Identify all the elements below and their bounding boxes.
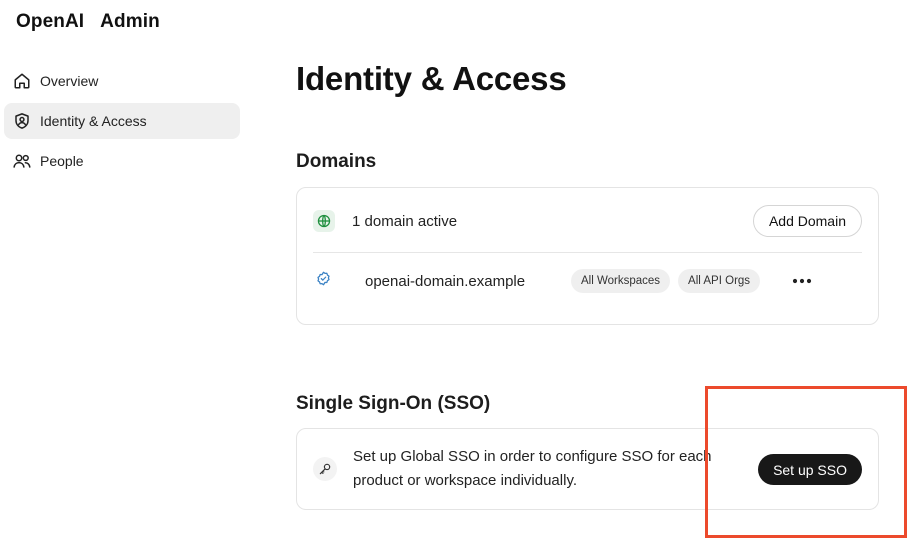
- user-shield-icon: [12, 111, 32, 131]
- app-header: OpenAI Admin: [16, 11, 160, 33]
- api-orgs-tag: All API Orgs: [678, 269, 761, 293]
- domains-summary: 1 domain active Add Domain: [313, 202, 862, 240]
- add-domain-button[interactable]: Add Domain: [752, 205, 862, 237]
- setup-sso-button[interactable]: Set up SSO: [758, 454, 862, 485]
- sso-section-title: Single Sign-On (SSO): [296, 393, 491, 414]
- sidebar-item-label: People: [40, 153, 84, 169]
- page-title: Identity & Access: [296, 60, 567, 97]
- more-horizontal-icon[interactable]: [790, 269, 814, 293]
- sidebar-item-identity-access[interactable]: Identity & Access: [4, 103, 240, 139]
- people-icon: [12, 151, 32, 171]
- product-name: Admin: [100, 11, 160, 32]
- sidebar-item-people[interactable]: People: [4, 143, 240, 179]
- sidebar-item-overview[interactable]: Overview: [4, 63, 240, 99]
- domain-name: openai-domain.example: [365, 272, 526, 290]
- home-icon: [12, 71, 32, 91]
- domains-status-text: 1 domain active: [352, 212, 458, 230]
- key-icon: [313, 457, 337, 481]
- sidebar: Overview Identity & Access People: [4, 63, 240, 183]
- domains-section-title: Domains: [296, 151, 377, 172]
- divider: [313, 252, 862, 253]
- domain-row: openai-domain.example All Workspaces All…: [313, 266, 862, 296]
- domains-card: 1 domain active Add Domain openai-domain…: [296, 187, 879, 325]
- sidebar-item-label: Identity & Access: [40, 113, 147, 129]
- verified-badge-icon: [313, 268, 333, 288]
- globe-icon: [313, 210, 335, 232]
- sso-description: Set up Global SSO in order to configure …: [353, 448, 712, 489]
- sso-card: Set up Global SSO in order to configure …: [296, 428, 879, 510]
- brand-name: OpenAI: [16, 11, 85, 32]
- sidebar-item-label: Overview: [40, 73, 99, 89]
- workspaces-tag: All Workspaces: [571, 269, 671, 293]
